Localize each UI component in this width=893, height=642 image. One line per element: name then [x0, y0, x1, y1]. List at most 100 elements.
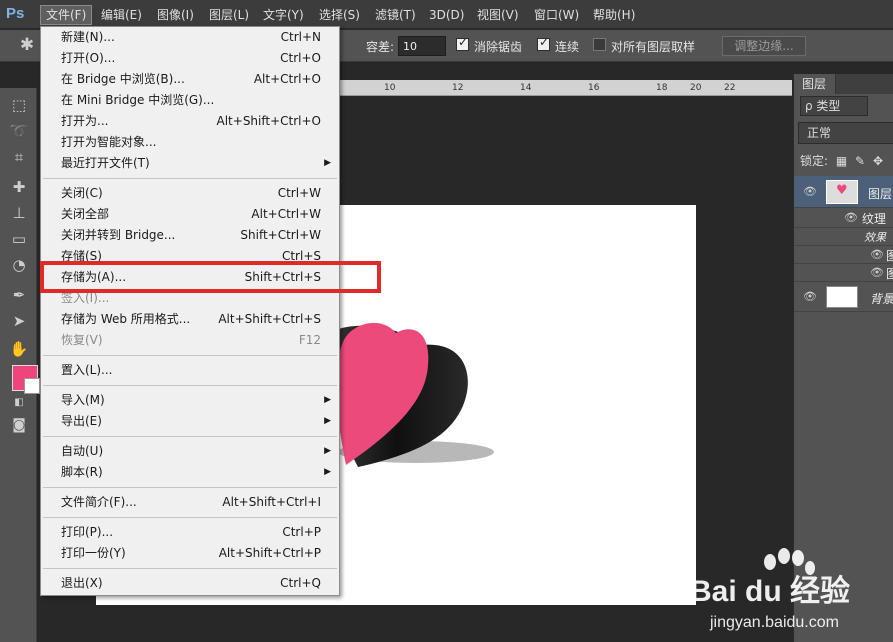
- layer-effect-row[interactable]: 效果: [794, 228, 893, 246]
- menu-item-shortcut: F12: [298, 333, 321, 347]
- menu-separator: [43, 355, 337, 356]
- file-menu-item[interactable]: 打开为... Alt+Shift+Ctrl+O: [41, 111, 339, 132]
- file-menu-item[interactable]: 关闭全部 Alt+Ctrl+W: [41, 204, 339, 225]
- menu-item-label: 打开为...: [61, 114, 109, 128]
- ruler-tick: 14: [520, 83, 532, 93]
- blend-mode-select[interactable]: 正常: [798, 122, 893, 144]
- marquee-tool-icon[interactable]: ⬚: [8, 94, 30, 116]
- menu-separator: [43, 487, 337, 488]
- submenu-arrow-icon: ▶: [324, 416, 331, 426]
- lasso-tool-icon[interactable]: ➰: [8, 120, 30, 142]
- file-menu-item[interactable]: 最近打开文件(T) ▶: [41, 153, 339, 174]
- menu-view[interactable]: 视图(V): [472, 5, 524, 25]
- menu-item-label: 在 Bridge 中浏览(B)...: [61, 72, 185, 86]
- tab-layers[interactable]: 图层: [794, 74, 836, 94]
- file-menu-item[interactable]: 在 Mini Bridge 中浏览(G)...: [41, 90, 339, 111]
- menu-item-label: 导出(E): [61, 414, 102, 428]
- file-menu-item[interactable]: 导入(M) ▶: [41, 390, 339, 411]
- menu-item-label: 置入(L)...: [61, 363, 113, 377]
- eraser-tool-icon[interactable]: ▭: [8, 228, 30, 250]
- sample-all-layers-checkbox[interactable]: [593, 38, 606, 51]
- menu-layer[interactable]: 图层(L): [204, 5, 254, 25]
- file-menu-item[interactable]: 退出(X) Ctrl+Q: [41, 573, 339, 594]
- file-menu-item[interactable]: 文件简介(F)... Alt+Shift+Ctrl+I: [41, 492, 339, 513]
- lock-paint-icon[interactable]: ✎: [855, 154, 865, 168]
- path-select-icon[interactable]: ➤: [8, 310, 30, 332]
- menu-item-shortcut: Alt+Shift+Ctrl+O: [216, 114, 321, 128]
- menu-window[interactable]: 窗口(W): [529, 5, 584, 25]
- layer-effect-row[interactable]: 👁 图: [794, 246, 893, 264]
- contiguous-checkbox[interactable]: [537, 35, 550, 51]
- file-menu-item[interactable]: 自动(U) ▶: [41, 441, 339, 462]
- lock-move-icon[interactable]: ✥: [873, 154, 883, 168]
- menu-item-shortcut: Alt+Shift+Ctrl+S: [218, 312, 321, 326]
- tolerance-input[interactable]: [398, 36, 446, 56]
- menu-select[interactable]: 选择(S): [314, 5, 365, 25]
- sample-all-layers-label: 对所有图层取样: [611, 40, 696, 54]
- tools-panel: ⬚ ➰ ⌗ ✚ ⊥ ▭ ◔ ✒ ➤ ✋ ◧ ◙: [0, 88, 40, 642]
- pen-tool-icon[interactable]: ✒: [8, 284, 30, 306]
- file-menu-item[interactable]: 关闭(C) Ctrl+W: [41, 183, 339, 204]
- refine-edge-button[interactable]: 调整边缘...: [722, 36, 806, 56]
- menu-item-label: 打印(P)...: [61, 525, 114, 539]
- visibility-eye-icon[interactable]: 👁: [803, 185, 817, 198]
- menu-item-shortcut: Ctrl+O: [280, 51, 321, 65]
- layer-thumbnail: [826, 286, 858, 308]
- file-menu-item[interactable]: 存储为 Web 所用格式... Alt+Shift+Ctrl+S: [41, 309, 339, 330]
- crop-tool-icon[interactable]: ⌗: [8, 146, 30, 168]
- lock-transparent-icon[interactable]: ▦: [836, 154, 847, 168]
- menu-item-label: 打印一份(Y): [61, 546, 126, 560]
- visibility-eye-icon[interactable]: 👁: [803, 290, 817, 303]
- ruler-tick: 10: [384, 83, 396, 93]
- menu-edit[interactable]: 编辑(E): [96, 5, 147, 25]
- submenu-arrow-icon: ▶: [324, 395, 331, 405]
- file-menu-item[interactable]: 打印(P)... Ctrl+P: [41, 522, 339, 543]
- default-colors-icon[interactable]: ◧: [8, 392, 30, 414]
- ruler-tick: 20: [690, 83, 702, 93]
- menu-bar: Ps 文件(F) 编辑(E) 图像(I) 图层(L) 文字(Y) 选择(S) 滤…: [0, 0, 893, 29]
- layer-effect-row[interactable]: 👁 图: [794, 264, 893, 282]
- magic-wand-icon[interactable]: ✱: [16, 34, 38, 56]
- menu-image[interactable]: 图像(I): [152, 5, 199, 25]
- layer-row[interactable]: 👁 ♥ 图层: [794, 176, 893, 208]
- menu-item-shortcut: Shift+Ctrl+W: [240, 228, 321, 242]
- top-ruler: 10 12 14 16 18 20 22: [340, 80, 792, 96]
- contiguous-label: 连续: [555, 40, 580, 54]
- layer-filter-select[interactable]: ρ 类型: [800, 96, 868, 116]
- file-menu-item[interactable]: 打开为智能对象...: [41, 132, 339, 153]
- file-menu-item[interactable]: 在 Bridge 中浏览(B)... Alt+Ctrl+O: [41, 69, 339, 90]
- antialias-label: 消除锯齿: [474, 40, 523, 54]
- file-menu-item[interactable]: 关闭并转到 Bridge... Shift+Ctrl+W: [41, 225, 339, 246]
- file-menu-item[interactable]: 新建(N)... Ctrl+N: [41, 27, 339, 48]
- visibility-eye-icon[interactable]: 👁: [870, 248, 884, 261]
- layer-effect-row[interactable]: 👁 纹理: [794, 208, 893, 228]
- healing-brush-icon[interactable]: ✚: [8, 176, 30, 198]
- menu-filter[interactable]: 滤镜(T): [370, 5, 421, 25]
- menu-help[interactable]: 帮助(H): [588, 5, 640, 25]
- quick-mask-icon[interactable]: ◙: [8, 414, 30, 436]
- menu-item-shortcut: Ctrl+P: [282, 525, 321, 539]
- blur-tool-icon[interactable]: ◔: [8, 254, 30, 276]
- photoshop-logo: Ps: [6, 5, 25, 22]
- file-menu-item[interactable]: 置入(L)...: [41, 360, 339, 381]
- menu-separator: [43, 568, 337, 569]
- visibility-eye-icon[interactable]: 👁: [844, 211, 858, 224]
- file-menu-item[interactable]: 打开(O)... Ctrl+O: [41, 48, 339, 69]
- lock-row: 锁定: ▦ ✎ ✥: [800, 152, 883, 169]
- file-menu-item[interactable]: 打印一份(Y) Alt+Shift+Ctrl+P: [41, 543, 339, 564]
- menu-separator: [43, 178, 337, 179]
- menu-3d[interactable]: 3D(D): [424, 5, 469, 25]
- menu-item-shortcut: Ctrl+N: [280, 30, 321, 44]
- menu-type[interactable]: 文字(Y): [258, 5, 309, 25]
- hand-tool-icon[interactable]: ✋: [8, 338, 30, 360]
- visibility-eye-icon[interactable]: 👁: [870, 266, 884, 279]
- menu-item-label: 关闭全部: [61, 207, 110, 221]
- stamp-tool-icon[interactable]: ⊥: [8, 202, 30, 224]
- file-menu-item[interactable]: 脚本(R) ▶: [41, 462, 339, 483]
- file-menu-item[interactable]: 导出(E) ▶: [41, 411, 339, 432]
- ruler-tick: 22: [724, 83, 736, 93]
- antialias-checkbox[interactable]: [456, 35, 469, 51]
- file-menu-item[interactable]: 恢复(V) F12: [41, 330, 339, 351]
- menu-file[interactable]: 文件(F): [40, 5, 93, 25]
- layer-row[interactable]: 👁 背景: [794, 282, 893, 312]
